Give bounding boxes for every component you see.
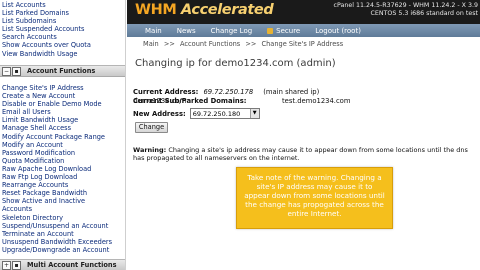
whm-logo: WHM Accelerated: [135, 2, 274, 18]
sidebar-link-unsuspend-bw[interactable]: Unsuspend Bandwidth Exceeders: [0, 238, 125, 246]
sidebar-link-password[interactable]: Password Modification: [0, 149, 125, 157]
minus-icon[interactable]: −: [2, 66, 11, 76]
sidebar-account-links: Change Site's IP Address Create a New Ac…: [0, 84, 125, 254]
warning-message: Warning: Changing a site's ip address ma…: [133, 146, 478, 162]
warning-label: Warning:: [133, 146, 167, 154]
sidebar-link-accounts[interactable]: Accounts: [0, 205, 125, 213]
version-line-1: cPanel 11.24.5-R37629 - WHM 11.24.2 - X …: [333, 2, 478, 9]
sidebar-top-links: List Accounts List Parked Domains List S…: [0, 1, 125, 58]
sidebar-link-bandwidth-usage[interactable]: View Bandwidth Usage: [0, 50, 125, 58]
sidebar-header-title: Multi Account Functions: [27, 261, 117, 269]
sidebar-link-list-accounts[interactable]: List Accounts: [0, 1, 125, 9]
sidebar-link-create-account[interactable]: Create a New Account: [0, 92, 125, 100]
new-address-value: 69.72.250.180: [192, 109, 241, 118]
logo-sub: Accelerated: [181, 2, 274, 18]
nav-secure-label: Secure: [276, 26, 301, 35]
warning-text: Changing a site's ip address may cause i…: [133, 146, 468, 162]
plus-icon[interactable]: +: [2, 260, 11, 270]
sidebar-link-modify-account[interactable]: Modify an Account: [0, 141, 125, 149]
new-address-label: New Address:: [133, 109, 186, 118]
new-address-row: New Address: 69.72.250.180 ▼: [133, 108, 260, 119]
sidebar-link-skeleton[interactable]: Skeleton Directory: [0, 214, 125, 222]
breadcrumb-current: Change Site's IP Address: [261, 40, 344, 48]
sub-domain: demo1234.com: [133, 97, 187, 105]
sidebar-link-quota[interactable]: Quota Modification: [0, 157, 125, 165]
sidebar-link-ftp-log[interactable]: Raw Ftp Log Download: [0, 173, 125, 181]
sub-domain-alt: test.demo1234.com: [282, 97, 351, 105]
sidebar-header-multi-account[interactable]: + ▪ Multi Account Functions: [0, 259, 125, 270]
lock-icon: [267, 27, 274, 34]
sidebar: List Accounts List Parked Domains List S…: [0, 0, 126, 270]
nav-logout[interactable]: Logout (root): [315, 27, 361, 35]
sidebar-link-limit-bandwidth[interactable]: Limit Bandwidth Usage: [0, 116, 125, 124]
sidebar-header-account-functions[interactable]: − ▪ Account Functions: [0, 65, 125, 77]
current-address-note: (main shared ip): [263, 88, 320, 96]
sidebar-link-package-range[interactable]: Modify Account Package Range: [0, 133, 125, 141]
sidebar-link-change-ip[interactable]: Change Site's IP Address: [0, 84, 125, 92]
top-bar: WHM Accelerated cPanel 11.24.5-R37629 - …: [127, 0, 480, 24]
sidebar-link-apache-log[interactable]: Raw Apache Log Download: [0, 165, 125, 173]
breadcrumb-separator: >>: [245, 40, 257, 48]
sidebar-link-suspend[interactable]: Suspend/Unsuspend an Account: [0, 222, 125, 230]
sidebar-link-over-quota[interactable]: Show Accounts over Quota: [0, 41, 125, 49]
new-address-select[interactable]: 69.72.250.180 ▼: [189, 108, 260, 119]
sidebar-link-list-subdomains[interactable]: List Subdomains: [0, 17, 125, 25]
breadcrumb-separator: >>: [163, 40, 175, 48]
sidebar-header-title: Account Functions: [27, 67, 96, 75]
sidebar-link-upgrade[interactable]: Upgrade/Downgrade an Account: [0, 246, 125, 254]
nav-secure[interactable]: Secure: [267, 27, 300, 35]
change-button[interactable]: Change: [135, 122, 168, 133]
logo-main: WHM: [135, 2, 177, 18]
header-toggle-icons: + ▪: [2, 260, 21, 270]
sidebar-link-reset-bandwidth[interactable]: Reset Package Bandwidth: [0, 189, 125, 197]
main-content: Changing ip for demo1234.com (admin) Cur…: [127, 52, 480, 270]
sidebar-link-list-parked-domains[interactable]: List Parked Domains: [0, 9, 125, 17]
sidebar-link-show-active[interactable]: Show Active and Inactive: [0, 197, 125, 205]
version-info: cPanel 11.24.5-R37629 - WHM 11.24.2 - X …: [334, 2, 478, 18]
sidebar-link-search-accounts[interactable]: Search Accounts: [0, 33, 125, 41]
breadcrumb: Main >> Account Functions >> Change Site…: [127, 40, 480, 52]
tools-icon: ▪: [12, 66, 21, 76]
sidebar-link-list-suspended[interactable]: List Suspended Accounts: [0, 25, 125, 33]
nav-change-log[interactable]: Change Log: [211, 27, 253, 35]
chevron-down-icon[interactable]: ▼: [249, 109, 259, 118]
breadcrumb-account-functions[interactable]: Account Functions: [180, 40, 240, 48]
page-title: Changing ip for demo1234.com (admin): [135, 58, 336, 69]
nav-main[interactable]: Main: [145, 27, 162, 35]
breadcrumb-main[interactable]: Main: [143, 40, 159, 48]
sidebar-link-terminate[interactable]: Terminate an Account: [0, 230, 125, 238]
sidebar-link-email-users[interactable]: Email all Users: [0, 108, 125, 116]
version-line-2: CENTOS 5.3 i686 standard on test: [370, 10, 478, 17]
tools-icon: ▪: [12, 260, 21, 270]
nav-news[interactable]: News: [177, 27, 196, 35]
sidebar-link-shell-access[interactable]: Manage Shell Access: [0, 124, 125, 132]
main-nav: Main News Change Log Secure Logout (root…: [127, 24, 480, 37]
sidebar-link-rearrange[interactable]: Rearrange Accounts: [0, 181, 125, 189]
header-toggle-icons: − ▪: [2, 66, 21, 76]
sidebar-link-demo-mode[interactable]: Disable or Enable Demo Mode: [0, 100, 125, 108]
tutorial-callout: Take note of the warning. Changing a sit…: [236, 167, 393, 229]
